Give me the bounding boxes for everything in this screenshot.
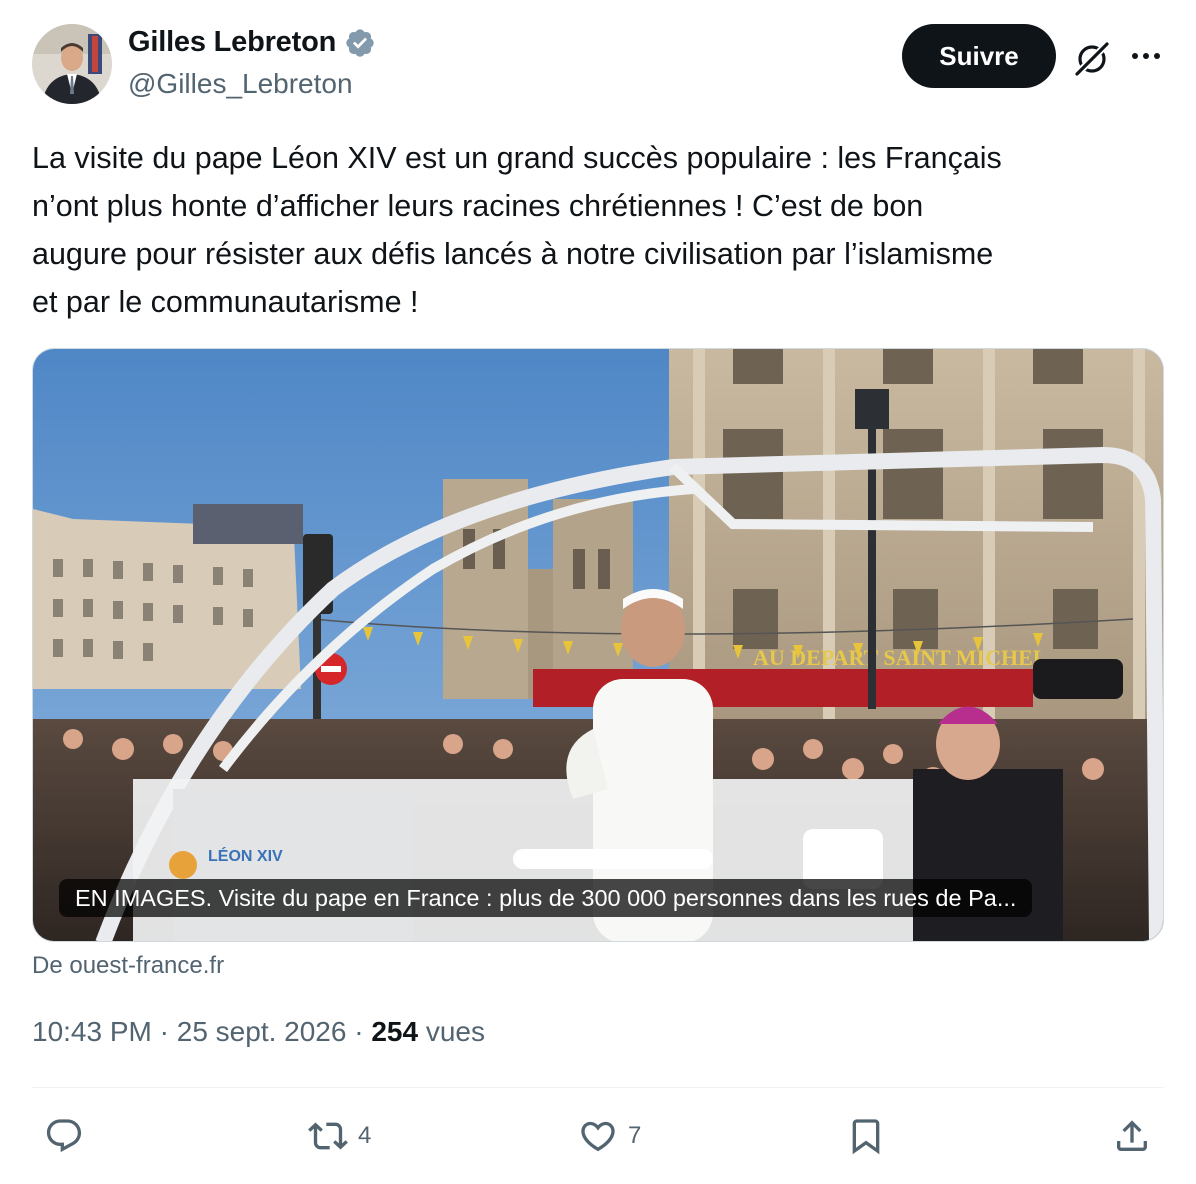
- share-button[interactable]: [1112, 1112, 1152, 1160]
- tweet-date[interactable]: 25 sept. 2026: [177, 1016, 347, 1047]
- like-button[interactable]: 7: [578, 1112, 641, 1160]
- author-name-row[interactable]: Gilles Lebreton: [128, 26, 376, 59]
- link-card[interactable]: AU DEPART SAINT MICHEL LÉON XIV EN IMAGE…: [32, 348, 1164, 942]
- author-handle[interactable]: @Gilles_Lebreton: [128, 68, 353, 100]
- meta-separator: ·: [346, 1016, 372, 1047]
- reply-icon: [46, 1119, 82, 1153]
- avatar-image: [32, 24, 112, 104]
- avatar[interactable]: [32, 24, 112, 104]
- views-label: vues: [425, 1016, 485, 1047]
- bookmark-button[interactable]: [846, 1112, 886, 1160]
- grok-icon[interactable]: [1072, 38, 1112, 78]
- retweet-count: 4: [358, 1122, 372, 1149]
- share-icon: [1117, 1120, 1147, 1151]
- tweet-time[interactable]: 10:43 PM: [32, 1016, 152, 1047]
- tweet: Gilles Lebreton @Gilles_Lebreton Suivre …: [0, 0, 1196, 1184]
- author-display-name[interactable]: Gilles Lebreton: [128, 26, 336, 59]
- retweet-button[interactable]: 4: [308, 1112, 371, 1160]
- card-source[interactable]: De ouest-france.fr: [32, 952, 224, 980]
- bookmark-icon: [852, 1119, 880, 1155]
- meta-separator: ·: [151, 1016, 177, 1047]
- card-image: AU DEPART SAINT MICHEL LÉON XIV: [33, 349, 1163, 941]
- more-horizontal-icon[interactable]: [1126, 40, 1166, 72]
- verified-badge-icon: [346, 28, 374, 57]
- retweet-icon: [308, 1122, 348, 1150]
- reply-button[interactable]: [44, 1112, 94, 1160]
- tweet-meta: 10:43 PM · 25 sept. 2026 · 254 vues: [32, 1016, 485, 1048]
- heart-icon: [581, 1121, 615, 1152]
- card-caption: EN IMAGES. Visite du pape en France : pl…: [59, 879, 1033, 917]
- car-sign-text: LÉON XIV: [208, 846, 283, 865]
- tweet-text: La visite du pape Léon XIV est un grand …: [32, 141, 1002, 319]
- views-count: 254: [371, 1016, 419, 1047]
- divider: [32, 1087, 1164, 1088]
- like-count: 7: [628, 1122, 642, 1149]
- follow-button[interactable]: Suivre: [902, 24, 1056, 88]
